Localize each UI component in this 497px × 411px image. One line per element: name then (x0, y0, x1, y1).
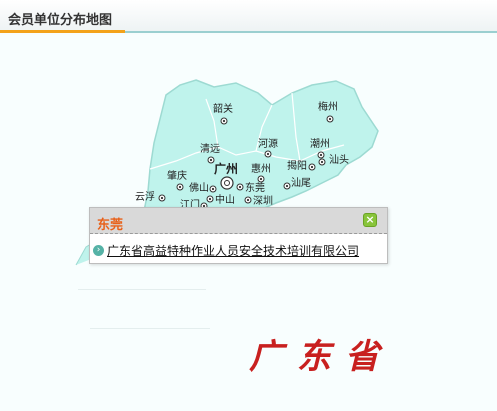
city-label-shenzhen[interactable]: 深圳 (253, 196, 273, 207)
city-dot-dongguan[interactable] (236, 183, 244, 191)
city-label-meizhou[interactable]: 梅州 (318, 102, 338, 113)
popup-list-item[interactable]: › 广东省高益特种作业人员安全技术培训有限公司 (93, 242, 359, 258)
guangzhou-marker[interactable] (220, 176, 234, 190)
city-label-guangzhou[interactable]: 广州 (214, 163, 238, 175)
city-dot-huizhou[interactable] (257, 175, 265, 183)
city-label-qingyuan[interactable]: 清远 (200, 144, 220, 155)
city-label-jieyang[interactable]: 揭阳 (287, 161, 307, 172)
arrow-circle-icon: › (93, 244, 104, 256)
city-dot-yunfu[interactable] (158, 194, 166, 202)
city-popup: 东莞 × › 广东省高益特种作业人员安全技术培训有限公司 (89, 207, 388, 264)
city-label-shaoguan[interactable]: 韶关 (213, 104, 233, 115)
city-label-chaozhou[interactable]: 潮州 (310, 139, 330, 150)
city-label-shantou[interactable]: 汕头 (329, 155, 349, 166)
panel-title: 会员单位分布地图 (8, 13, 113, 28)
decor-line (78, 289, 206, 290)
city-dot-shanwei[interactable] (283, 182, 291, 190)
close-icon[interactable]: × (363, 213, 377, 227)
popup-title: 东莞 (97, 218, 124, 233)
header-accent-bar (0, 30, 125, 33)
city-dot-chaozhou[interactable] (317, 151, 325, 159)
city-dot-zhongshan[interactable] (206, 195, 214, 203)
city-label-huizhou[interactable]: 惠州 (251, 164, 271, 175)
popup-header: 东莞 × (90, 208, 387, 234)
company-link[interactable]: 广东省高益特种作业人员安全技术培训有限公司 (107, 242, 359, 259)
city-dot-meizhou[interactable] (326, 115, 334, 123)
city-label-yunfu[interactable]: 云浮 (135, 192, 155, 203)
city-label-foshan[interactable]: 佛山 (189, 183, 209, 194)
city-label-heyuan[interactable]: 河源 (258, 139, 278, 150)
province-title: 广东省 (249, 337, 393, 377)
city-dot-shantou[interactable] (318, 158, 326, 166)
city-dot-shenzhen[interactable] (244, 196, 252, 204)
city-label-dongguan[interactable]: 东莞 (245, 183, 265, 194)
city-label-shanwei[interactable]: 汕尾 (291, 178, 311, 189)
city-dot-shaoguan[interactable] (220, 117, 228, 125)
city-dot-jieyang[interactable] (308, 163, 316, 171)
city-dot-zhaoqing[interactable] (176, 183, 184, 191)
city-dot-foshan[interactable] (209, 185, 217, 193)
city-label-zhaoqing[interactable]: 肇庆 (167, 171, 187, 182)
city-label-zhongshan[interactable]: 中山 (215, 195, 235, 206)
decor-line (90, 328, 210, 329)
city-dot-heyuan[interactable] (264, 150, 272, 158)
panel-header: 会员单位分布地图 (0, 0, 497, 33)
